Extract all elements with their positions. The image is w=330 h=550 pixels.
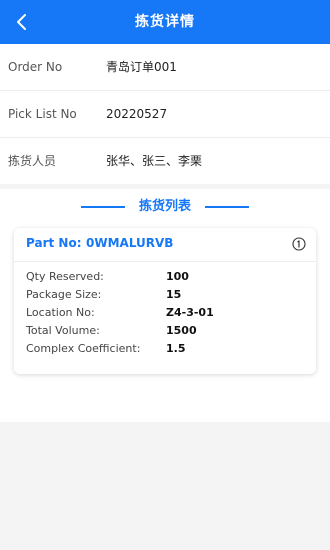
location-no-label: Location No: <box>26 306 95 319</box>
pick-list-section: 拣货列表 Part No: 0WMALURVB Qty Reserved: 10… <box>0 189 330 422</box>
section-title: 拣货列表 <box>138 199 191 214</box>
heading-divider-left <box>81 206 125 208</box>
total-volume-row: Total Volume: 1500 <box>26 322 306 340</box>
location-no-row: Location No: Z4-3-01 <box>26 304 306 322</box>
package-size-label: Package Size: <box>26 288 102 301</box>
pick-list-no-value: 20220527 <box>106 107 168 121</box>
qty-reserved-value: 100 <box>166 270 189 283</box>
order-info-panel: Order No 青岛订单001 Pick List No 20220527 拣… <box>0 44 330 184</box>
part-no-value: 0WMALURVB <box>86 236 174 250</box>
package-size-value: 15 <box>166 288 182 301</box>
location-no-value: Z4-3-01 <box>166 306 214 319</box>
qty-reserved-label: Qty Reserved: <box>26 270 104 283</box>
page-title: 拣货详情 <box>135 14 195 30</box>
app-header: 拣货详情 <box>0 0 330 44</box>
order-no-label: Order No <box>8 60 63 74</box>
picker-label: 拣货人员 <box>8 154 57 168</box>
total-volume-label: Total Volume: <box>26 324 100 337</box>
pick-list-no-row: Pick List No 20220527 <box>0 91 330 138</box>
qty-reserved-row: Qty Reserved: 100 <box>26 268 306 286</box>
section-heading: 拣货列表 <box>0 197 330 217</box>
complex-coefficient-label: Complex Coefficient: <box>26 342 141 355</box>
picker-value: 张华、张三、李栗 <box>106 154 203 168</box>
info-circle-icon[interactable] <box>292 236 306 251</box>
complex-coefficient-value: 1.5 <box>166 342 186 355</box>
part-card[interactable]: Part No: 0WMALURVB Qty Reserved: 100 Pac… <box>14 228 316 374</box>
complex-coefficient-row: Complex Coefficient: 1.5 <box>26 340 306 358</box>
package-size-row: Package Size: 15 <box>26 286 306 304</box>
part-no-label: Part No: <box>26 236 82 250</box>
pick-list-no-label: Pick List No <box>8 107 77 121</box>
card-header: Part No: 0WMALURVB <box>14 228 316 262</box>
heading-divider-right <box>205 206 249 208</box>
total-volume-value: 1500 <box>166 324 197 337</box>
order-no-row: Order No 青岛订单001 <box>0 44 330 91</box>
order-no-value: 青岛订单001 <box>106 60 177 74</box>
picker-row: 拣货人员 张华、张三、李栗 <box>0 138 330 184</box>
